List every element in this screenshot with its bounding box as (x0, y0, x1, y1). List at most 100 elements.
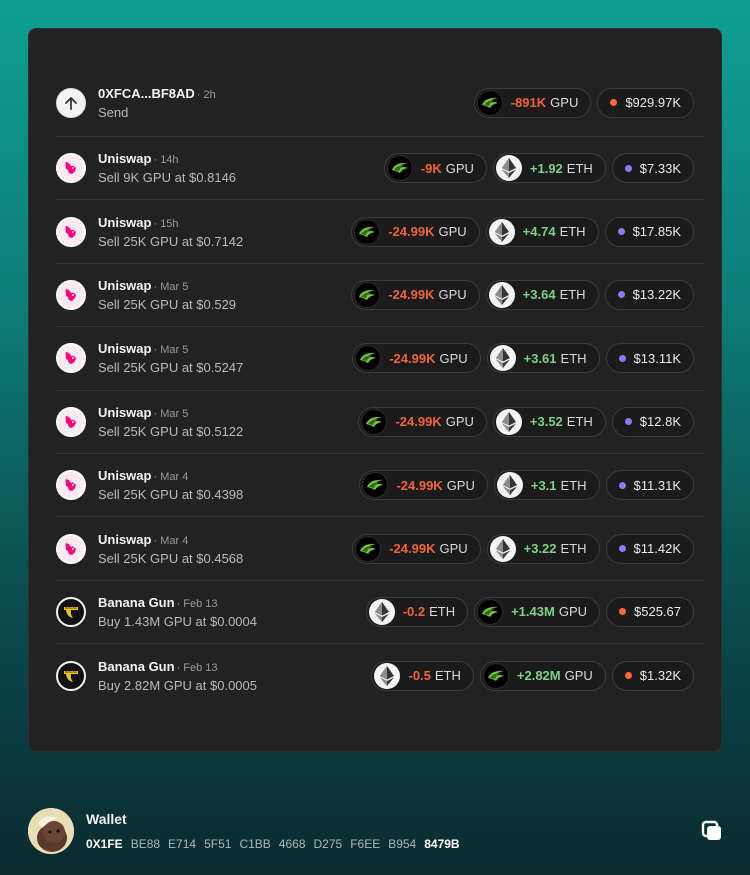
dot-icon (618, 545, 626, 553)
wallet-label: Wallet (86, 811, 127, 827)
transaction-row[interactable]: Uniswap · Mar 5 Sell 25K GPU at $0.529 -24.… (56, 264, 705, 328)
token-amount: -0.2 (402, 604, 426, 620)
uniswap-icon (56, 343, 86, 374)
eth-amount-pill[interactable]: +3.61 ETH (486, 343, 600, 374)
tx-description: Sell 25K GPU at $0.5247 (98, 360, 244, 376)
address-segment: BE88 (130, 837, 161, 851)
tx-description: Sell 25K GPU at $0.529 (98, 296, 237, 312)
tx-time: · 14h (153, 154, 179, 167)
token-amount: +1.43M (511, 604, 555, 620)
usd-value: $12.8K (639, 414, 681, 430)
transaction-row[interactable]: BANANA Banana Gun · Feb 13 Buy 2.82M GPU at… (56, 644, 705, 707)
transaction-row[interactable]: BANANA Banana Gun · Feb 13 Buy 1.43M GPU at… (56, 581, 705, 645)
wallet-avatar-icon[interactable] (28, 808, 74, 854)
usd-value: $7.33K (639, 160, 681, 176)
token-amount: -9K (420, 160, 442, 176)
eth-token-icon (495, 155, 522, 182)
counterparty-name[interactable]: 0XFCA...BF8AD (98, 86, 195, 101)
transaction-row[interactable]: Uniswap · Mar 4 Sell 25K GPU at $0.4398 -24… (56, 454, 705, 518)
counterparty-name[interactable]: Uniswap (98, 405, 151, 420)
eth-amount-pill[interactable]: +3.52 ETH (492, 406, 606, 437)
tx-time: · Feb 13 (176, 661, 218, 674)
token-unit: GPU (564, 668, 593, 684)
transaction-row[interactable]: Uniswap · 15h Sell 25K GPU at $0.7142 -24.9… (56, 200, 705, 264)
tx-time: · Mar 4 (153, 534, 189, 547)
eth-amount-pill[interactable]: -0.5 ETH (371, 660, 474, 691)
gpu-token-icon (354, 281, 381, 308)
token-unit: GPU (445, 160, 474, 176)
tx-time: · Mar 5 (153, 344, 189, 357)
usd-value: $17.85K (632, 224, 681, 240)
token-unit: GPU (445, 414, 474, 430)
svg-text:BANANA: BANANA (65, 670, 77, 674)
tx-time: · 15h (153, 217, 179, 230)
gpu-amount-pill[interactable]: -24.99K GPU (352, 533, 481, 564)
token-amount: -24.99K (389, 541, 436, 557)
tx-description: Sell 25K GPU at $0.5122 (98, 423, 244, 439)
usd-value: $13.22K (632, 287, 681, 303)
eth-amount-pill[interactable]: -0.2 ETH (365, 596, 469, 627)
gpu-amount-pill[interactable]: -24.99K GPU (351, 216, 480, 247)
gpu-amount-pill[interactable]: -24.99K GPU (351, 279, 480, 310)
counterparty-name[interactable]: Uniswap (98, 278, 151, 293)
token-unit: ETH (559, 287, 586, 303)
usd-value-pill: $7.33K (611, 153, 694, 184)
dot-icon (617, 228, 625, 236)
copy-icon[interactable] (698, 817, 726, 845)
tx-time: · 2h (196, 88, 216, 101)
uniswap-icon (56, 533, 86, 564)
counterparty-name[interactable]: Uniswap (98, 151, 151, 166)
dot-icon (624, 164, 632, 172)
uniswap-icon (56, 279, 86, 310)
usd-value: $929.97K (625, 95, 681, 110)
gpu-token-icon (355, 535, 382, 562)
eth-amount-pill[interactable]: +1.92 ETH (492, 153, 606, 184)
token-unit: ETH (434, 668, 461, 684)
tx-description: Sell 25K GPU at $0.4568 (98, 550, 244, 566)
counterparty-name[interactable]: Banana Gun (98, 659, 175, 674)
token-unit: GPU (438, 224, 467, 240)
transaction-row[interactable]: Uniswap · 14h Sell 9K GPU at $0.8146 -9K GPU… (56, 137, 705, 201)
counterparty-name[interactable]: Uniswap (98, 532, 151, 547)
address-segment: F6EE (350, 837, 381, 851)
eth-amount-pill[interactable]: +3.1 ETH (493, 470, 600, 501)
banana-gun-icon: BANANA (56, 660, 86, 691)
gpu-token-icon (477, 598, 504, 625)
transaction-row[interactable]: 0XFCA...BF8AD · 2h Send -891K GPU $929.97K (56, 69, 705, 137)
gpu-amount-pill[interactable]: -24.99K GPU (352, 343, 481, 374)
uniswap-icon (56, 216, 86, 247)
token-amount: +3.22 (523, 541, 557, 557)
counterparty-name[interactable]: Uniswap (98, 215, 151, 230)
gpu-amount-pill[interactable]: +1.43M GPU (474, 596, 600, 627)
token-unit: GPU (550, 95, 579, 110)
token-unit: ETH (566, 160, 593, 176)
token-unit: ETH (559, 224, 586, 240)
transaction-row[interactable]: Uniswap · Mar 5 Sell 25K GPU at $0.5122 -24… (56, 391, 705, 454)
gpu-amount-pill[interactable]: -9K GPU (383, 153, 487, 184)
token-unit: GPU (439, 350, 468, 366)
counterparty-name[interactable]: Banana Gun (98, 595, 175, 610)
token-unit: GPU (439, 541, 468, 557)
eth-amount-pill[interactable]: +4.74 ETH (485, 216, 599, 247)
wallet-address[interactable]: 0X1FE BE88 E714 5F51 C1BB 4668 D275 F6EE B954 847… (86, 837, 460, 851)
activity-panel: 0XFCA...BF8AD · 2h Send -891K GPU $929.97K Uni… (28, 28, 722, 752)
usd-value-pill: $12.8K (611, 406, 694, 437)
tx-time: · Mar 5 (153, 280, 189, 293)
eth-amount-pill[interactable]: +3.22 ETH (486, 533, 600, 564)
token-amount: +3.52 (529, 414, 563, 430)
gpu-amount-pill[interactable]: -24.99K GPU (359, 470, 488, 501)
transaction-row[interactable]: Uniswap · Mar 5 Sell 25K GPU at $0.5247 -24… (56, 327, 705, 391)
dot-icon (610, 99, 618, 106)
counterparty-name[interactable]: Uniswap (98, 468, 151, 483)
usd-value-pill: $11.31K (605, 470, 694, 501)
counterparty-name[interactable]: Uniswap (98, 341, 151, 356)
token-amount: -0.5 (408, 668, 431, 684)
gpu-amount-pill[interactable]: -24.99K GPU (358, 406, 487, 437)
token-unit: GPU (438, 287, 467, 303)
eth-amount-pill[interactable]: +3.64 ETH (485, 279, 599, 310)
svg-text:BANANA: BANANA (65, 606, 77, 610)
gpu-amount-pill[interactable]: -891K GPU (473, 87, 592, 118)
transaction-row[interactable]: Uniswap · Mar 4 Sell 25K GPU at $0.4568 -24… (56, 517, 705, 581)
gpu-amount-pill[interactable]: +2.82M GPU (479, 660, 606, 691)
token-unit: ETH (560, 477, 587, 493)
